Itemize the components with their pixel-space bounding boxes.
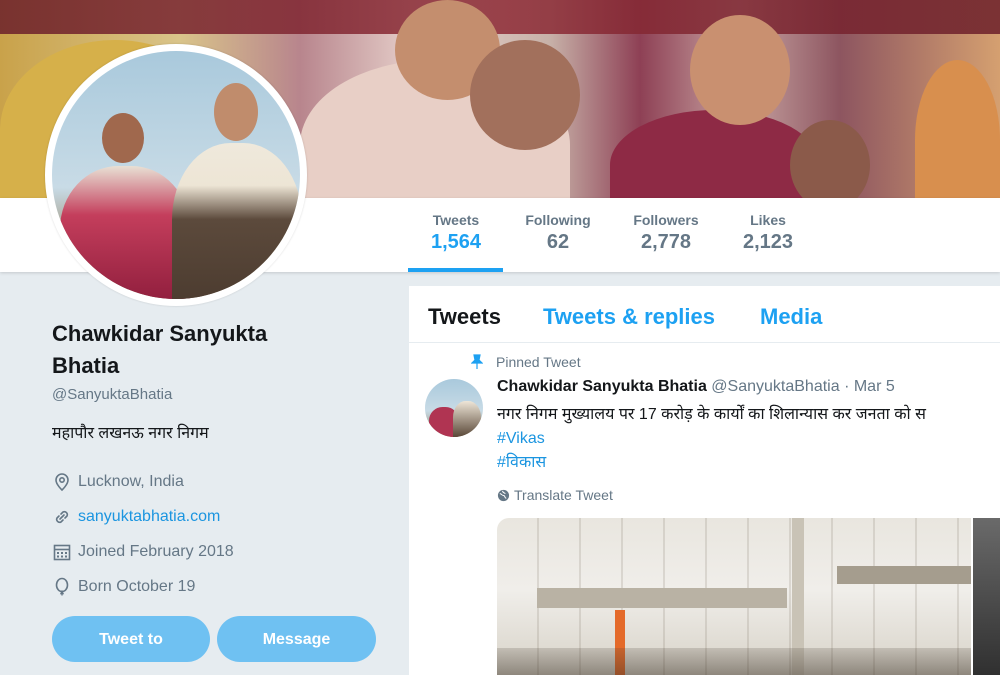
avatar-figure-woman-head: [102, 113, 144, 163]
tweet-media-photo[interactable]: [497, 518, 971, 675]
banner-person: [915, 60, 1000, 198]
profile-bio: महापौर लखनऊ नगर निगम: [52, 425, 209, 442]
tweet-text: नगर निगम मुख्यालय पर 17 करोड़ के कार्यों…: [497, 403, 926, 475]
timeline: Tweets Tweets & replies Media Pinned Twe…: [409, 286, 1000, 675]
banner-person: [690, 15, 790, 125]
hashtag-link[interactable]: #विकास: [497, 451, 926, 475]
profile-joined: Joined February 2018: [52, 542, 382, 564]
banner-backdrop: [0, 0, 1000, 34]
joined-text: Joined February 2018: [78, 543, 234, 561]
tweet-avatar[interactable]: [425, 379, 483, 437]
profile-name-line: Bhatia: [52, 353, 120, 378]
balloon-icon: [55, 577, 69, 596]
profile-name[interactable]: Chawkidar Sanyukta Bhatia: [52, 318, 382, 382]
timeline-tabs: Tweets Tweets & replies Media: [409, 286, 1000, 343]
tweet-media-photo-2[interactable]: [973, 518, 1000, 675]
tweet-author-handle[interactable]: @SanyuktaBhatia: [711, 378, 839, 395]
hashtag-link[interactable]: #Vikas: [497, 427, 926, 451]
tweet-avatar-figure: [453, 401, 481, 437]
stat-label: Likes: [750, 212, 786, 228]
profile-website: sanyuktabhatia.com: [52, 507, 382, 529]
globe-icon: [497, 489, 510, 502]
stat-following[interactable]: Following 62: [520, 212, 596, 254]
photo-roof: [537, 588, 787, 608]
profile-location: Lucknow, India: [52, 472, 382, 494]
photo-roof: [837, 566, 971, 584]
link-icon: [55, 510, 69, 524]
stat-tweets[interactable]: Tweets 1,564: [420, 212, 492, 254]
avatar-figure-man: [172, 143, 300, 299]
profile-birthday: Born October 19: [52, 577, 382, 599]
stat-label: Tweets: [432, 212, 480, 228]
pin-icon: [471, 354, 483, 369]
avatar-figure-man-head: [214, 83, 258, 141]
banner-person: [610, 110, 820, 198]
profile-header-card: Chawkidar Sanyukta Bhatia @SanyuktaBhati…: [52, 318, 382, 443]
message-button[interactable]: Message: [217, 616, 376, 662]
tweet-author-name[interactable]: Chawkidar Sanyukta Bhatia: [497, 378, 707, 395]
tab-media[interactable]: Media: [760, 304, 822, 330]
tweet-to-button[interactable]: Tweet to: [52, 616, 210, 662]
birthday-text: Born October 19: [78, 578, 196, 596]
tab-tweets-replies[interactable]: Tweets & replies: [543, 304, 715, 330]
stat-label: Following: [525, 212, 591, 228]
translate-tweet-link[interactable]: Translate Tweet: [497, 487, 613, 503]
tab-tweets[interactable]: Tweets: [428, 304, 501, 330]
stat-value: 2,778: [640, 231, 692, 253]
photo-crowd: [497, 648, 971, 675]
avatar-figure-woman: [60, 166, 190, 299]
tweet-date[interactable]: · Mar 5: [844, 378, 895, 395]
banner-person: [470, 40, 580, 150]
stat-followers[interactable]: Followers 2,778: [628, 212, 704, 254]
avatar-photo: [52, 51, 300, 299]
profile-avatar[interactable]: [45, 44, 307, 306]
tweet-body: नगर निगम मुख्यालय पर 17 करोड़ के कार्यों…: [497, 406, 926, 423]
banner-person: [790, 120, 870, 198]
location-text: Lucknow, India: [78, 473, 184, 491]
stat-value: 2,123: [742, 231, 794, 253]
stat-likes[interactable]: Likes 2,123: [734, 212, 802, 254]
website-link[interactable]: sanyuktabhatia.com: [78, 508, 220, 525]
stat-label: Followers: [633, 212, 699, 228]
profile-handle[interactable]: @SanyuktaBhatia: [52, 386, 382, 403]
tweet-header: Chawkidar Sanyukta Bhatia @SanyuktaBhati…: [497, 378, 895, 396]
stat-value: 1,564: [430, 231, 482, 253]
translate-label: Translate Tweet: [514, 487, 613, 503]
calendar-icon: [53, 544, 71, 561]
location-icon: [55, 473, 69, 492]
profile-name-line: Chawkidar Sanyukta: [52, 321, 268, 346]
pinned-tweet-label: Pinned Tweet: [496, 354, 581, 370]
active-stat-indicator: [408, 268, 503, 272]
stat-value: 62: [546, 231, 570, 253]
